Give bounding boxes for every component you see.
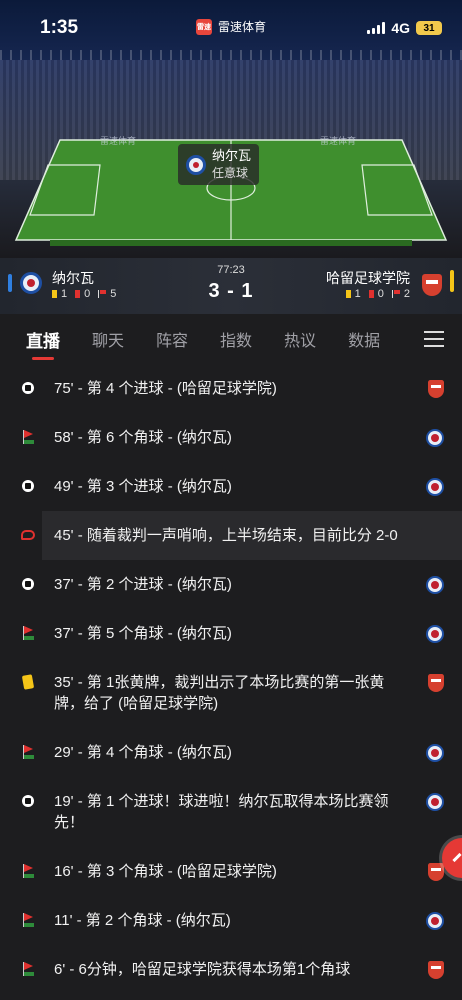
goal-ball-icon (20, 478, 36, 494)
corner-flag-icon (20, 625, 36, 641)
battery-icon: 31 (416, 21, 442, 35)
away-crest-icon (428, 380, 444, 398)
pitch-ad-board: 雷速体育 (100, 136, 137, 146)
match-clock: 77:23 (217, 264, 245, 276)
feed-item-text: 11' - 第 2 个角球 - (纳尔瓦) (54, 912, 231, 929)
feed-item[interactable]: 49' - 第 3 个进球 - (纳尔瓦) (0, 462, 462, 511)
home-color-bar (8, 274, 12, 292)
feed-item-text: 45' - 随着裁判一声哨响，上半场结束，目前比分 2-0 (54, 527, 398, 544)
tab-discussion[interactable]: 热议 (284, 327, 316, 351)
goal-ball-icon (20, 380, 36, 396)
away-crest-icon (428, 674, 444, 692)
feed-item[interactable]: 75' - 第 4 个进球 - (哈留足球学院) (0, 364, 462, 413)
feed-item[interactable]: 6' - 6分钟，哈留足球学院获得本场第1个角球 (0, 945, 462, 994)
feed-item[interactable]: 11' - 第 2 个角球 - (纳尔瓦) (0, 896, 462, 945)
home-crest-icon (426, 793, 444, 811)
event-banner-team: 纳尔瓦 (212, 148, 252, 163)
corner-flag-icon (20, 961, 36, 977)
away-crest-icon (428, 961, 444, 979)
event-banner: 纳尔瓦 任意球 (178, 144, 260, 185)
app-logo-icon: 雷速 (195, 18, 212, 35)
scoreboard: 纳尔瓦 1 0 5 77:23 3 - 1 哈留足球学院 1 0 2 (0, 258, 462, 314)
feed-item-text: 37' - 第 2 个进球 - (纳尔瓦) (54, 576, 232, 593)
home-crest-icon (426, 625, 444, 643)
feed-item-text: 75' - 第 4 个进球 - (哈留足球学院) (54, 380, 277, 397)
tab-data[interactable]: 数据 (348, 327, 380, 351)
feed-item-text: 19' - 第 1 个进球！球进啦！纳尔瓦取得本场比赛领先！ (54, 793, 389, 831)
tab-chat[interactable]: 聊天 (92, 327, 124, 351)
app-name: 雷速体育 (217, 20, 267, 34)
away-corner-count: 2 (403, 288, 410, 300)
network-type: 4G (391, 20, 410, 36)
away-color-bar (450, 270, 454, 292)
corner-flag-icon (20, 744, 36, 760)
home-crest-icon (426, 744, 444, 762)
red-card-icon (75, 290, 81, 298)
match-score: 3 - 1 (208, 280, 254, 302)
home-stats: 1 0 5 (52, 288, 116, 300)
pitch-ad-board: 雷速体育 (320, 136, 357, 146)
whistle-icon (20, 527, 36, 543)
away-yellow-count: 1 (354, 288, 361, 300)
goal-ball-icon (20, 576, 36, 592)
menu-icon[interactable] (424, 331, 444, 347)
feed-item-text: 6' - 6分钟，哈留足球学院获得本场第1个角球 (54, 961, 351, 978)
yellow-card-icon (52, 290, 57, 298)
feed-item-text: 29' - 第 4 个角球 - (纳尔瓦) (54, 744, 232, 761)
goal-ball-icon (20, 793, 36, 809)
feed-item[interactable]: 16' - 第 3 个角球 - (哈留足球学院) (0, 847, 462, 896)
home-crest-icon (186, 154, 206, 175)
feed-item[interactable]: 29' - 第 4 个角球 - (纳尔瓦) (0, 728, 462, 777)
home-crest-icon (426, 912, 444, 930)
red-card-icon (368, 290, 374, 298)
home-crest-icon[interactable] (20, 272, 42, 294)
home-red-count: 0 (84, 288, 91, 300)
home-crest-icon (426, 576, 444, 594)
signal-icon (367, 22, 386, 34)
away-stats: 1 0 2 (345, 288, 410, 300)
tab-live[interactable]: 直播 (26, 327, 60, 360)
corner-flag-icon (20, 863, 36, 879)
away-team-name[interactable]: 哈留足球学院 (326, 268, 410, 288)
feed-item[interactable]: 19' - 第 1 个进球！球进啦！纳尔瓦取得本场比赛领先！ (0, 777, 462, 847)
event-banner-text: 任意球 (212, 166, 249, 180)
status-bar: 1:35 雷速 雷速体育 4G 31 (0, 0, 462, 56)
away-crest-icon[interactable] (422, 274, 442, 296)
app-badge: 雷速 雷速体育 (195, 18, 267, 35)
feed-item-text: 49' - 第 3 个进球 - (纳尔瓦) (54, 478, 232, 495)
corner-flag-icon (98, 290, 107, 298)
home-crest-icon (426, 429, 444, 447)
live-feed: 75' - 第 4 个进球 - (哈留足球学院) 58' - 第 6 个角球 - … (0, 364, 462, 994)
match-tabs: 直播 聊天 阵容 指数 热议 数据 (0, 314, 462, 364)
system-status: 4G 31 (367, 20, 442, 36)
corner-flag-icon (20, 912, 36, 928)
tab-lineup[interactable]: 阵容 (156, 327, 188, 351)
feed-item[interactable]: 35' - 第 1张黄牌，裁判出示了本场比赛的第一张黄牌，给了 (哈留足球学院) (0, 658, 462, 728)
yellow-card-icon (20, 674, 36, 690)
feed-item[interactable]: 58' - 第 6 个角球 - (纳尔瓦) (0, 413, 462, 462)
corner-flag-icon (20, 429, 36, 445)
status-time: 1:35 (40, 17, 79, 38)
feed-item[interactable]: 37' - 第 2 个进球 - (纳尔瓦) (0, 560, 462, 609)
home-yellow-count: 1 (61, 288, 68, 300)
tab-odds[interactable]: 指数 (220, 327, 252, 351)
feed-item-text: 37' - 第 5 个角球 - (纳尔瓦) (54, 625, 232, 642)
feed-item-text: 16' - 第 3 个角球 - (哈留足球学院) (54, 863, 277, 880)
away-crest-icon (428, 863, 444, 881)
feed-item[interactable]: 45' - 随着裁判一声哨响，上半场结束，目前比分 2-0 (21, 511, 462, 560)
home-team-name[interactable]: 纳尔瓦 (52, 268, 94, 288)
home-crest-icon (426, 478, 444, 496)
corner-flag-icon (391, 290, 400, 298)
feed-item-text: 35' - 第 1张黄牌，裁判出示了本场比赛的第一张黄牌，给了 (哈留足球学院) (54, 674, 385, 712)
feed-item[interactable]: 37' - 第 5 个角球 - (纳尔瓦) (0, 609, 462, 658)
home-corner-count: 5 (110, 288, 117, 300)
yellow-card-icon (345, 290, 351, 298)
away-red-count: 0 (377, 288, 384, 300)
feed-item-text: 58' - 第 6 个角球 - (纳尔瓦) (54, 429, 232, 446)
